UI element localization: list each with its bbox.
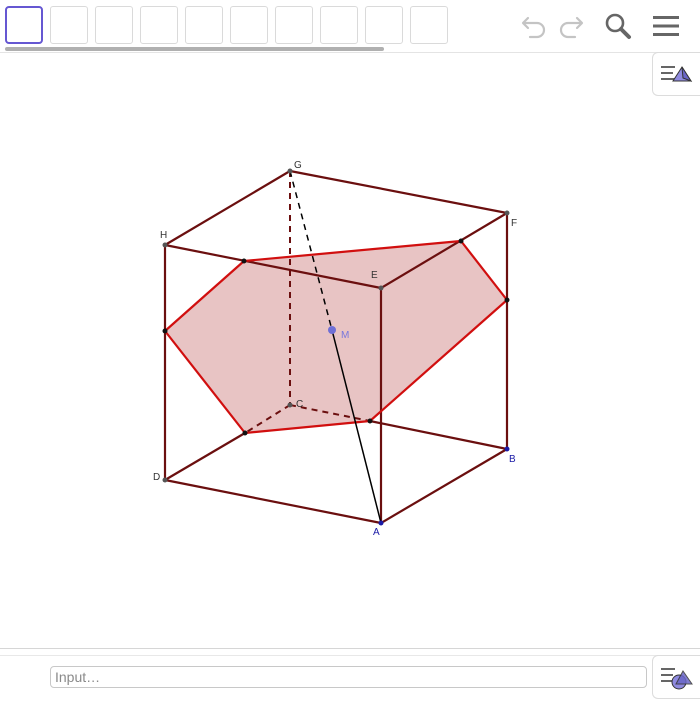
- label-F: F: [511, 218, 517, 229]
- point-A[interactable]: [378, 520, 384, 526]
- edge-GH[interactable]: [164, 170, 291, 246]
- algebra-style-button[interactable]: [652, 655, 700, 699]
- label-D: D: [153, 472, 160, 483]
- edge-CB-visible[interactable]: [369, 419, 508, 451]
- section-vertex[interactable]: [367, 418, 373, 424]
- toolbar-scrollbar[interactable]: [5, 47, 384, 51]
- section-vertex[interactable]: [241, 258, 247, 264]
- tool-move-button[interactable]: [5, 6, 43, 44]
- point-H[interactable]: [162, 242, 168, 248]
- section-vertex[interactable]: [162, 328, 168, 334]
- label-M: M: [341, 330, 349, 341]
- edge-GF[interactable]: [289, 169, 508, 215]
- tool-net-button[interactable]: [365, 6, 403, 44]
- algebra-input-bar: [0, 648, 700, 701]
- search-icon[interactable]: [602, 10, 634, 42]
- label-C: C: [296, 399, 303, 410]
- point-C[interactable]: [287, 402, 293, 408]
- section-vertex[interactable]: [458, 238, 464, 244]
- tool-view-in-front-button[interactable]: [410, 6, 448, 44]
- algebra-input-field[interactable]: [50, 666, 647, 688]
- tool-rotate-view-button[interactable]: [320, 6, 358, 44]
- edge-DA[interactable]: [164, 478, 382, 525]
- tool-sphere-button[interactable]: [275, 6, 313, 44]
- label-G: G: [294, 160, 302, 171]
- label-H: H: [160, 230, 167, 241]
- point-B[interactable]: [504, 446, 510, 452]
- edge-AB[interactable]: [380, 448, 508, 524]
- tool-polygon-button[interactable]: [140, 6, 178, 44]
- redo-icon[interactable]: [555, 10, 587, 42]
- point-D[interactable]: [162, 477, 168, 483]
- section-vertex[interactable]: [504, 297, 510, 303]
- menu-icon[interactable]: [650, 10, 682, 42]
- undo-icon[interactable]: [518, 10, 550, 42]
- point-E[interactable]: [378, 285, 384, 291]
- algebra-divider: [0, 655, 700, 656]
- tool-point-button[interactable]: [50, 6, 88, 44]
- graphics-view-3d[interactable]: G F H E C D B A M: [0, 53, 700, 647]
- point-F[interactable]: [504, 210, 510, 216]
- section-vertex[interactable]: [242, 430, 248, 436]
- label-A: A: [373, 527, 380, 538]
- tool-pyramid-button[interactable]: [230, 6, 268, 44]
- label-E: E: [371, 270, 378, 281]
- tool-plane-button[interactable]: [185, 6, 223, 44]
- toolbar: [0, 0, 700, 53]
- point-G[interactable]: [287, 168, 293, 174]
- algebra-graphics-icon: [661, 668, 693, 690]
- point-M[interactable]: [328, 326, 336, 334]
- tool-segment-button[interactable]: [95, 6, 133, 44]
- edge-CD-visible[interactable]: [164, 432, 246, 481]
- cross-section-fill: [165, 241, 507, 433]
- label-B: B: [509, 454, 516, 465]
